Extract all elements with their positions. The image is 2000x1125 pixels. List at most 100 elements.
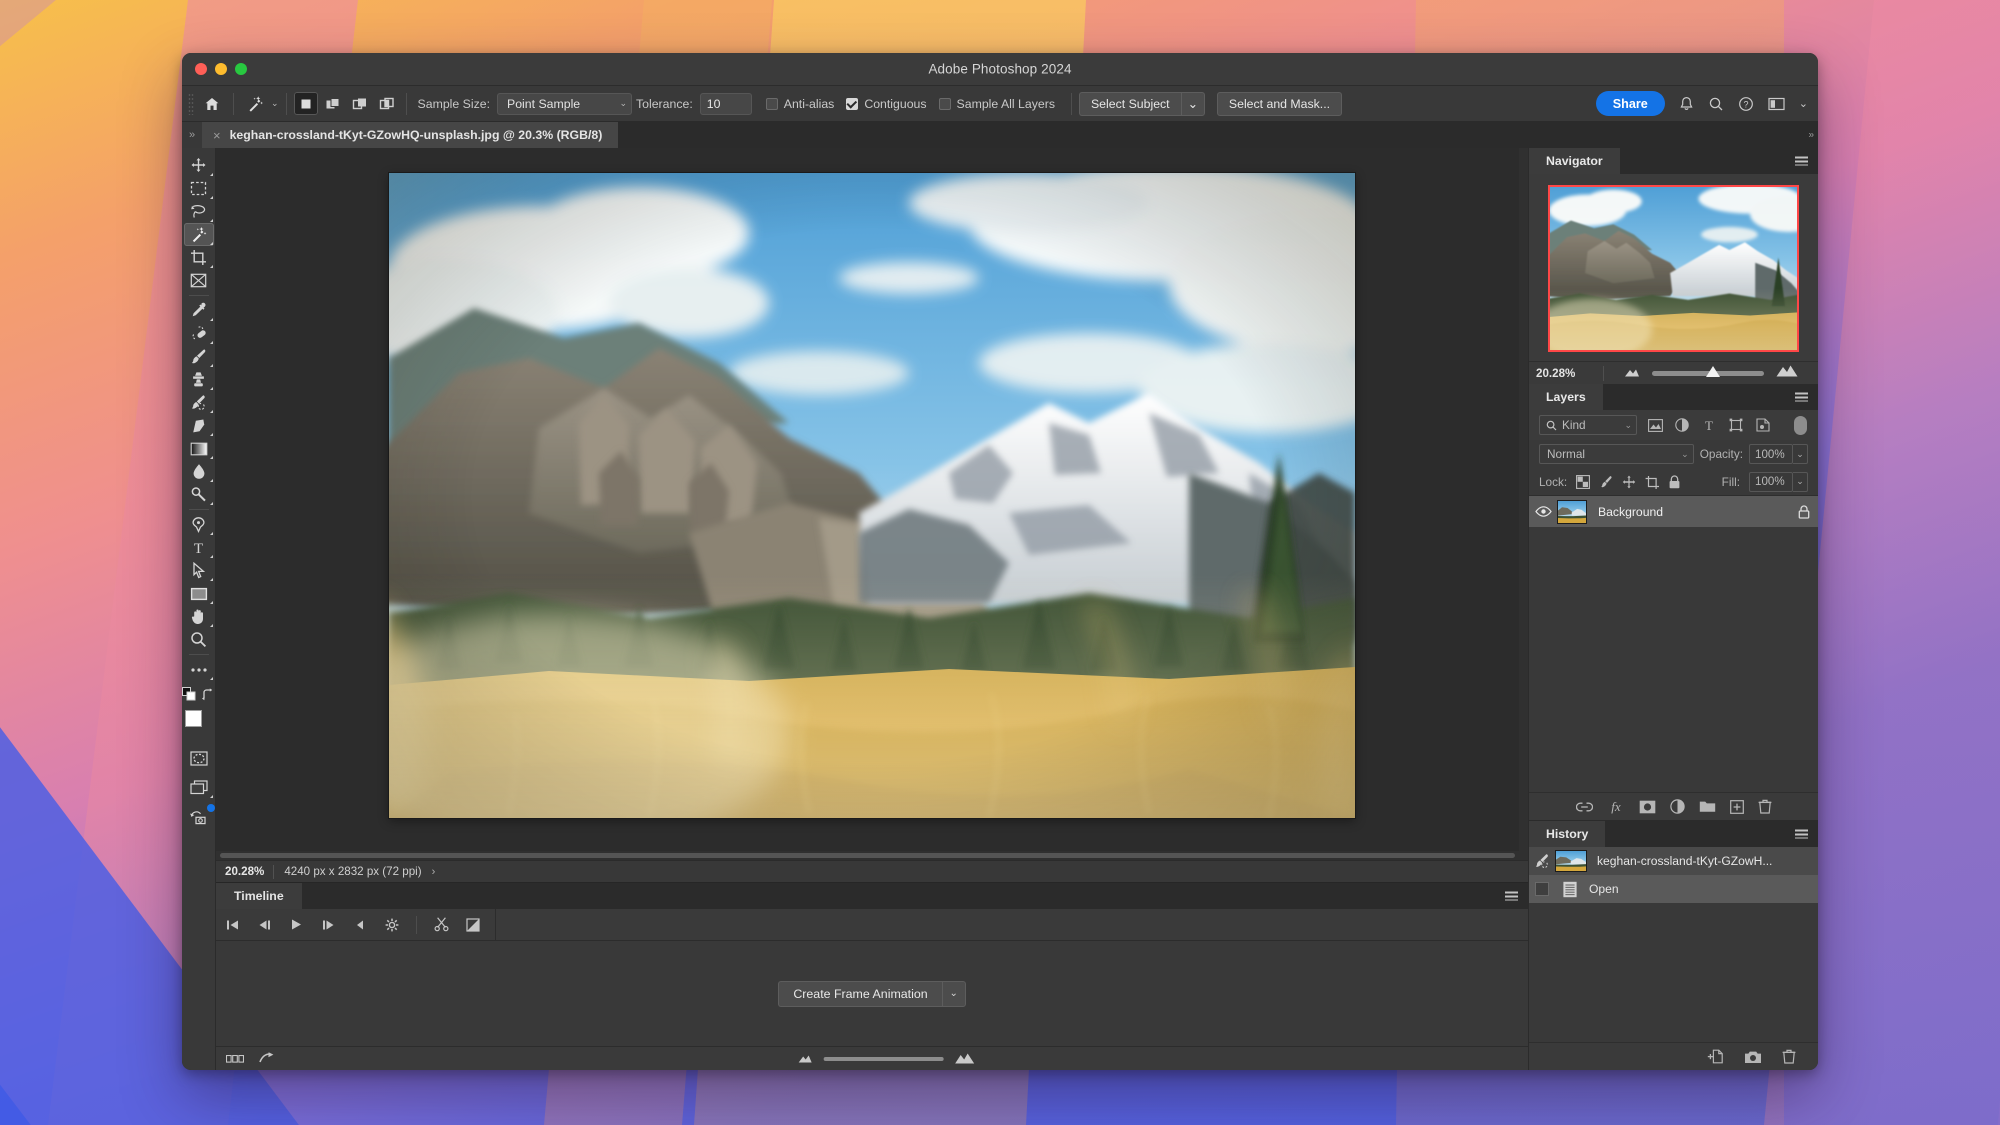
new-group-icon[interactable] bbox=[1699, 800, 1716, 813]
canvas-viewport[interactable] bbox=[216, 148, 1528, 860]
brush-tool[interactable] bbox=[184, 345, 214, 368]
layers-panel-menu-icon[interactable] bbox=[1795, 393, 1808, 402]
history-snapshot-thumbnail[interactable] bbox=[1555, 850, 1587, 872]
lock-artboard-icon[interactable] bbox=[1645, 475, 1659, 489]
tab-layers[interactable]: Layers bbox=[1529, 384, 1603, 410]
lock-position-icon[interactable] bbox=[1622, 475, 1636, 489]
audio-button[interactable] bbox=[346, 913, 374, 937]
lock-transparent-pixels-icon[interactable] bbox=[1576, 475, 1590, 489]
large-mountain-icon[interactable] bbox=[1776, 364, 1798, 382]
add-layer-mask-icon[interactable] bbox=[1639, 800, 1656, 814]
workspace-icon[interactable] bbox=[1768, 97, 1785, 111]
dodge-tool[interactable] bbox=[184, 483, 214, 506]
blend-mode-select[interactable]: Normal ⌄ bbox=[1539, 444, 1694, 464]
options-bar-grip[interactable] bbox=[188, 93, 194, 115]
tab-timeline[interactable]: Timeline bbox=[216, 883, 302, 909]
share-image-icon[interactable] bbox=[184, 805, 214, 828]
canvas-vertical-scrollbar[interactable] bbox=[1519, 148, 1528, 860]
panel-expander-icon[interactable]: » bbox=[182, 122, 202, 148]
lasso-tool[interactable] bbox=[184, 200, 214, 223]
opacity-slider-caret[interactable]: ⌄ bbox=[1793, 444, 1808, 464]
tab-navigator[interactable]: Navigator bbox=[1529, 148, 1620, 174]
status-zoom-level[interactable]: 20.28% bbox=[216, 865, 273, 878]
default-colors-icon[interactable] bbox=[182, 687, 196, 706]
create-animation-dropdown[interactable]: ⌄ bbox=[942, 981, 966, 1007]
help-icon[interactable]: ? bbox=[1738, 96, 1754, 112]
crop-tool[interactable] bbox=[184, 246, 214, 269]
previous-frame-button[interactable] bbox=[250, 913, 278, 937]
snapshot-toggle-box[interactable] bbox=[1535, 882, 1549, 896]
spot-healing-brush-tool[interactable] bbox=[184, 322, 214, 345]
zoom-tool[interactable] bbox=[184, 628, 214, 651]
table-row[interactable]: Background bbox=[1529, 496, 1818, 527]
navigator-thumbnail[interactable] bbox=[1549, 186, 1798, 351]
ellipsis-icon[interactable] bbox=[184, 658, 214, 681]
lock-image-pixels-icon[interactable] bbox=[1599, 475, 1613, 489]
timeline-panel-menu-icon[interactable] bbox=[1505, 892, 1518, 901]
sample-size-select[interactable]: Point Sample ⌄ bbox=[497, 93, 632, 115]
small-mountain-icon[interactable] bbox=[798, 1054, 813, 1063]
history-state-checkbox[interactable] bbox=[1529, 882, 1555, 896]
quick-mask-icon[interactable] bbox=[184, 747, 214, 770]
list-item[interactable]: keghan-crossland-tKyt-GZowH... bbox=[1529, 847, 1818, 875]
screen-mode-icon[interactable] bbox=[184, 776, 214, 799]
pen-tool[interactable] bbox=[184, 513, 214, 536]
tool-preset-caret[interactable]: ⌄ bbox=[271, 98, 279, 109]
canvas-image[interactable] bbox=[389, 173, 1355, 818]
add-to-selection-button[interactable] bbox=[321, 92, 345, 115]
layer-locked-icon[interactable] bbox=[1790, 505, 1818, 519]
smart-object-filter-icon[interactable] bbox=[1754, 418, 1772, 432]
type-filter-icon[interactable]: T bbox=[1700, 418, 1718, 432]
history-panel-menu-icon[interactable] bbox=[1795, 830, 1808, 839]
select-subject-dropdown[interactable]: ⌄ bbox=[1181, 92, 1205, 116]
new-layer-icon[interactable] bbox=[1730, 800, 1744, 814]
shape-filter-icon[interactable] bbox=[1727, 418, 1745, 432]
fill-value[interactable]: 100% bbox=[1749, 472, 1793, 492]
scrollbar-thumb[interactable] bbox=[220, 853, 1515, 858]
delete-layer-icon[interactable] bbox=[1758, 799, 1772, 814]
next-frame-button[interactable] bbox=[314, 913, 342, 937]
timeline-settings-button[interactable] bbox=[378, 913, 406, 937]
filter-enable-toggle[interactable] bbox=[1794, 414, 1808, 436]
layer-name[interactable]: Background bbox=[1587, 505, 1790, 519]
move-tool[interactable] bbox=[184, 154, 214, 177]
opacity-value[interactable]: 100% bbox=[1749, 444, 1793, 464]
lock-all-icon[interactable] bbox=[1668, 475, 1681, 489]
adjustment-filter-icon[interactable] bbox=[1673, 418, 1691, 432]
select-and-mask-button[interactable]: Select and Mask... bbox=[1217, 92, 1342, 116]
filter-kind-select[interactable]: Kind ⌄ bbox=[1539, 415, 1637, 435]
navigator-zoom-slider[interactable] bbox=[1652, 371, 1764, 376]
share-button[interactable]: Share bbox=[1596, 91, 1665, 116]
current-tool-picker[interactable]: ⌄ bbox=[241, 91, 279, 117]
intersect-with-selection-button[interactable] bbox=[375, 92, 399, 115]
play-button[interactable] bbox=[282, 913, 310, 937]
navigator-panel-menu-icon[interactable] bbox=[1795, 157, 1808, 166]
gradient-tool[interactable] bbox=[184, 437, 214, 460]
document-tab[interactable]: × keghan-crossland-tKyt-GZowHQ-unsplash.… bbox=[202, 122, 618, 148]
new-selection-button[interactable] bbox=[294, 92, 318, 115]
sample-all-layers-checkbox[interactable]: Sample All Layers bbox=[939, 97, 1055, 111]
tolerance-input[interactable]: 10 bbox=[700, 93, 752, 115]
tab-overflow-icon[interactable]: » bbox=[1808, 130, 1814, 141]
slider-thumb[interactable] bbox=[1706, 366, 1720, 377]
subtract-from-selection-button[interactable] bbox=[348, 92, 372, 115]
canvas-horizontal-scrollbar[interactable] bbox=[216, 851, 1519, 860]
chevron-down-icon[interactable]: ⌄ bbox=[1799, 97, 1808, 110]
delete-state-icon[interactable] bbox=[1782, 1049, 1796, 1064]
bell-icon[interactable] bbox=[1679, 96, 1694, 112]
blur-drop-icon[interactable] bbox=[184, 460, 214, 483]
pixel-filter-icon[interactable] bbox=[1646, 419, 1664, 432]
history-brush-tool[interactable] bbox=[184, 391, 214, 414]
hand-tool[interactable] bbox=[184, 605, 214, 628]
new-adjustment-layer-icon[interactable] bbox=[1670, 799, 1685, 814]
foreground-color-swatch[interactable] bbox=[185, 710, 202, 727]
frames-grid-icon[interactable] bbox=[222, 1049, 248, 1069]
magic-wand-tool[interactable] bbox=[184, 223, 214, 246]
frame-tool[interactable] bbox=[184, 269, 214, 292]
fill-slider-caret[interactable]: ⌄ bbox=[1793, 472, 1808, 492]
rectangular-marquee-tool[interactable] bbox=[184, 177, 214, 200]
path-selection-tool[interactable] bbox=[184, 559, 214, 582]
select-subject-button[interactable]: Select Subject bbox=[1079, 92, 1181, 116]
contiguous-checkbox[interactable]: Contiguous bbox=[846, 97, 926, 111]
navigator-zoom-value[interactable]: 20.28% bbox=[1529, 367, 1603, 380]
